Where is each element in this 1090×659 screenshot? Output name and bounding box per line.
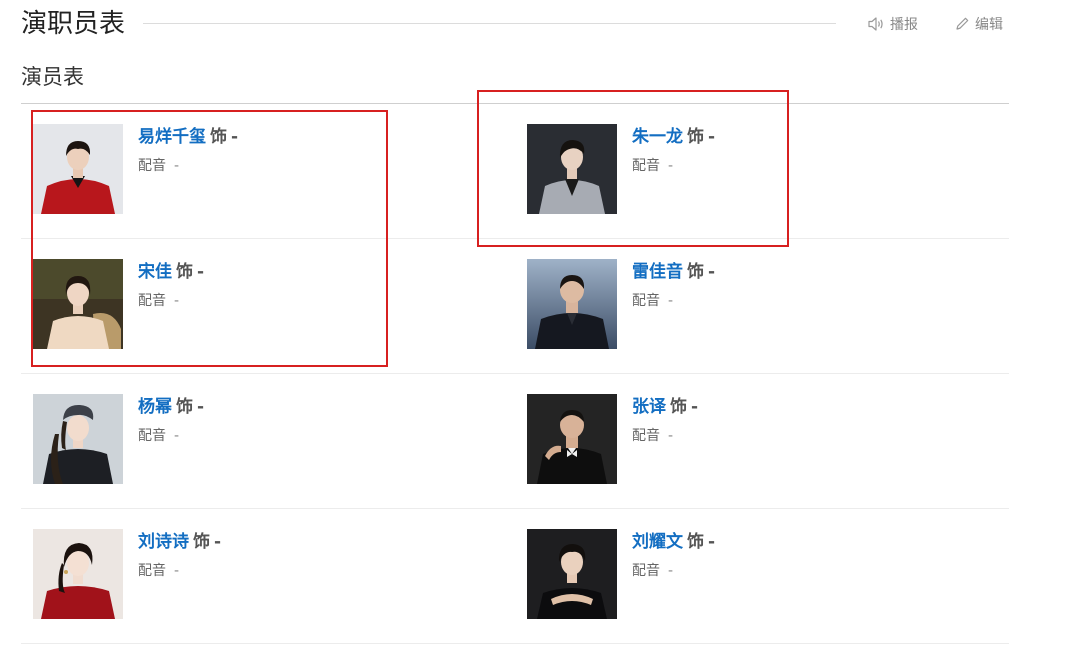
actor-line: 杨幂饰 - xyxy=(138,394,204,420)
voice-label: 配音 xyxy=(138,293,166,309)
header-divider xyxy=(143,23,836,24)
actor-name-link[interactable]: 雷佳音 xyxy=(632,262,683,282)
actor-line: 刘诗诗饰 - xyxy=(138,529,221,555)
edit-button[interactable]: 编辑 xyxy=(954,14,1003,34)
cast-info: 宋佳饰 - 配音 - xyxy=(138,259,204,310)
actor-name-link[interactable]: 朱一龙 xyxy=(632,127,683,147)
voice-value: - xyxy=(668,293,674,309)
actor-name-link[interactable]: 张译 xyxy=(632,397,666,417)
edit-label: 编辑 xyxy=(975,17,1003,33)
voice-value: - xyxy=(668,563,674,579)
voice-line: 配音 - xyxy=(632,427,698,445)
role-prefix: 饰 xyxy=(193,532,210,552)
actor-line: 张译饰 - xyxy=(632,394,698,420)
voice-label: 配音 xyxy=(632,563,660,579)
cast-item: 朱一龙饰 - 配音 - xyxy=(527,124,1007,214)
actor-line: 朱一龙饰 - xyxy=(632,124,715,150)
cast-item: 刘诗诗饰 - 配音 - xyxy=(33,529,513,619)
cast-row: 杨幂饰 - 配音 - 张译 饰 - 配音 - xyxy=(21,374,1009,509)
cast-item: 张译饰 - 配音 - xyxy=(527,394,1007,484)
cast-info: 雷佳音饰 - 配音 - xyxy=(632,259,715,310)
voice-line: 配音 - xyxy=(632,292,715,310)
voice-line: 配音 - xyxy=(138,292,204,310)
role-prefix: 饰 xyxy=(176,262,193,282)
actor-name-link[interactable]: 刘耀文 xyxy=(632,532,683,552)
voice-label: 配音 xyxy=(632,428,660,444)
actor-line: 刘耀文饰 - xyxy=(632,529,715,555)
cast-item: 雷佳音饰 - 配音 - xyxy=(527,259,1007,349)
role-name: - xyxy=(708,127,716,147)
pencil-icon xyxy=(956,17,969,30)
actor-photo[interactable] xyxy=(33,259,123,349)
voice-value: - xyxy=(668,428,674,444)
role-prefix: 饰 xyxy=(687,127,704,147)
role-name: - xyxy=(708,262,716,282)
role-name: - xyxy=(197,262,205,282)
section-title: 演职员表 xyxy=(21,9,126,39)
actor-photo[interactable] xyxy=(527,529,617,619)
cast-item: 刘耀文饰 - 配音 - xyxy=(527,529,1007,619)
actor-name-link[interactable]: 杨幂 xyxy=(138,397,172,417)
voice-value: - xyxy=(668,158,674,174)
cast-info: 刘诗诗饰 - 配音 - xyxy=(138,529,221,580)
voice-line: 配音 - xyxy=(632,562,715,580)
actor-line: 宋佳饰 - xyxy=(138,259,204,285)
report-button[interactable]: 播报 xyxy=(867,14,918,34)
cast-row: 易烊千玺饰 - 配音 - 朱一龙饰 - 配音 - xyxy=(21,104,1009,239)
role-name: - xyxy=(231,127,239,147)
actor-name-link[interactable]: 易烊千玺 xyxy=(138,127,206,147)
actor-name-link[interactable]: 宋佳 xyxy=(138,262,172,282)
actor-line: 雷佳音饰 - xyxy=(632,259,715,285)
cast-info: 朱一龙饰 - 配音 - xyxy=(632,124,715,175)
voice-line: 配音 - xyxy=(138,427,204,445)
voice-value: - xyxy=(174,563,180,579)
role-prefix: 饰 xyxy=(687,532,704,552)
role-prefix: 饰 xyxy=(210,127,227,147)
actor-photo[interactable] xyxy=(527,259,617,349)
section-header: 演职员表 播报 编辑 xyxy=(21,6,1009,42)
cast-item: 易烊千玺饰 - 配音 - xyxy=(33,124,513,214)
voice-label: 配音 xyxy=(632,158,660,174)
voice-line: 配音 - xyxy=(632,157,715,175)
voice-line: 配音 - xyxy=(138,562,221,580)
cast-subtitle: 演员表 xyxy=(21,65,84,89)
voice-label: 配音 xyxy=(138,158,166,174)
cast-item: 杨幂饰 - 配音 - xyxy=(33,394,513,484)
actor-line: 易烊千玺饰 - xyxy=(138,124,238,150)
cast-item: 宋佳饰 - 配音 - xyxy=(33,259,513,349)
actor-photo[interactable] xyxy=(527,394,617,484)
voice-value: - xyxy=(174,293,180,309)
cast-row: 刘诗诗饰 - 配音 - 刘耀文饰 - 配音 - xyxy=(21,509,1009,644)
cast-info: 杨幂饰 - 配音 - xyxy=(138,394,204,445)
actor-photo[interactable] xyxy=(33,394,123,484)
cast-info: 易烊千玺饰 - 配音 - xyxy=(138,124,238,175)
voice-label: 配音 xyxy=(632,293,660,309)
actor-photo[interactable] xyxy=(33,529,123,619)
role-name: - xyxy=(197,397,205,417)
role-prefix: 饰 xyxy=(670,397,687,417)
role-name: - xyxy=(691,397,699,417)
role-prefix: 饰 xyxy=(176,397,193,417)
voice-value: - xyxy=(174,428,180,444)
cast-list: 易烊千玺饰 - 配音 - 朱一龙饰 - 配音 - 宋佳 饰 - 配音 - 雷佳音… xyxy=(21,104,1009,644)
actor-photo[interactable] xyxy=(33,124,123,214)
voice-label: 配音 xyxy=(138,428,166,444)
voice-label: 配音 xyxy=(138,563,166,579)
voice-line: 配音 - xyxy=(138,157,238,175)
role-name: - xyxy=(708,532,716,552)
voice-value: - xyxy=(174,158,180,174)
cast-row: 宋佳饰 - 配音 - 雷佳音 饰 - 配音 - xyxy=(21,239,1009,374)
report-label: 播报 xyxy=(890,17,918,33)
role-name: - xyxy=(214,532,222,552)
cast-info: 张译饰 - 配音 - xyxy=(632,394,698,445)
actor-photo[interactable] xyxy=(527,124,617,214)
cast-info: 刘耀文饰 - 配音 - xyxy=(632,529,715,580)
actor-name-link[interactable]: 刘诗诗 xyxy=(138,532,189,552)
speaker-icon xyxy=(868,17,883,31)
role-prefix: 饰 xyxy=(687,262,704,282)
